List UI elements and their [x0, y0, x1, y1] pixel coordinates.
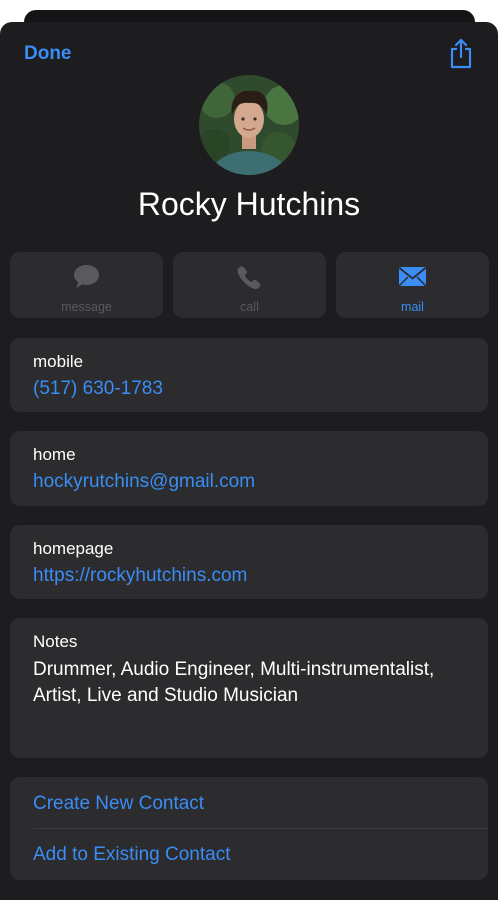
divider — [33, 828, 488, 829]
contact-actions-group: Create New Contact Add to Existing Conta… — [10, 777, 488, 880]
mobile-label: mobile — [33, 352, 84, 371]
add-to-existing-contact-button[interactable]: Add to Existing Contact — [33, 844, 231, 866]
home-email-link[interactable]: hockyrutchins@gmail.com — [33, 471, 255, 493]
home-label: home — [33, 445, 76, 464]
mobile-field: mobile (517) 630-1783 — [10, 338, 488, 412]
contact-card-sheet: Done Rocky Hutchins message call mail mo… — [0, 22, 498, 900]
share-icon[interactable] — [448, 38, 474, 70]
message-bubble-icon — [10, 264, 163, 290]
phone-icon — [173, 264, 326, 290]
home-email-field: home hockyrutchins@gmail.com — [10, 431, 488, 506]
notes-field[interactable]: Notes Drummer, Audio Engineer, Multi-ins… — [10, 618, 488, 758]
avatar — [199, 75, 299, 175]
create-new-contact-button[interactable]: Create New Contact — [33, 793, 204, 815]
mobile-number-link[interactable]: (517) 630-1783 — [33, 378, 163, 400]
contact-name: Rocky Hutchins — [137, 186, 361, 222]
envelope-icon — [336, 264, 489, 290]
mail-label: mail — [401, 300, 424, 314]
call-button[interactable]: call — [173, 252, 326, 318]
done-button[interactable]: Done — [24, 43, 72, 65]
notes-text: Drummer, Audio Engineer, Multi-instrumen… — [33, 659, 435, 706]
call-label: call — [240, 300, 259, 314]
homepage-link[interactable]: https://rockyhutchins.com — [33, 565, 247, 587]
homepage-field: homepage https://rockyhutchins.com — [10, 525, 488, 599]
message-label: message — [61, 300, 112, 314]
mail-button[interactable]: mail — [336, 252, 489, 318]
notes-label: Notes — [33, 632, 78, 651]
homepage-label: homepage — [33, 539, 114, 558]
message-button[interactable]: message — [10, 252, 163, 318]
